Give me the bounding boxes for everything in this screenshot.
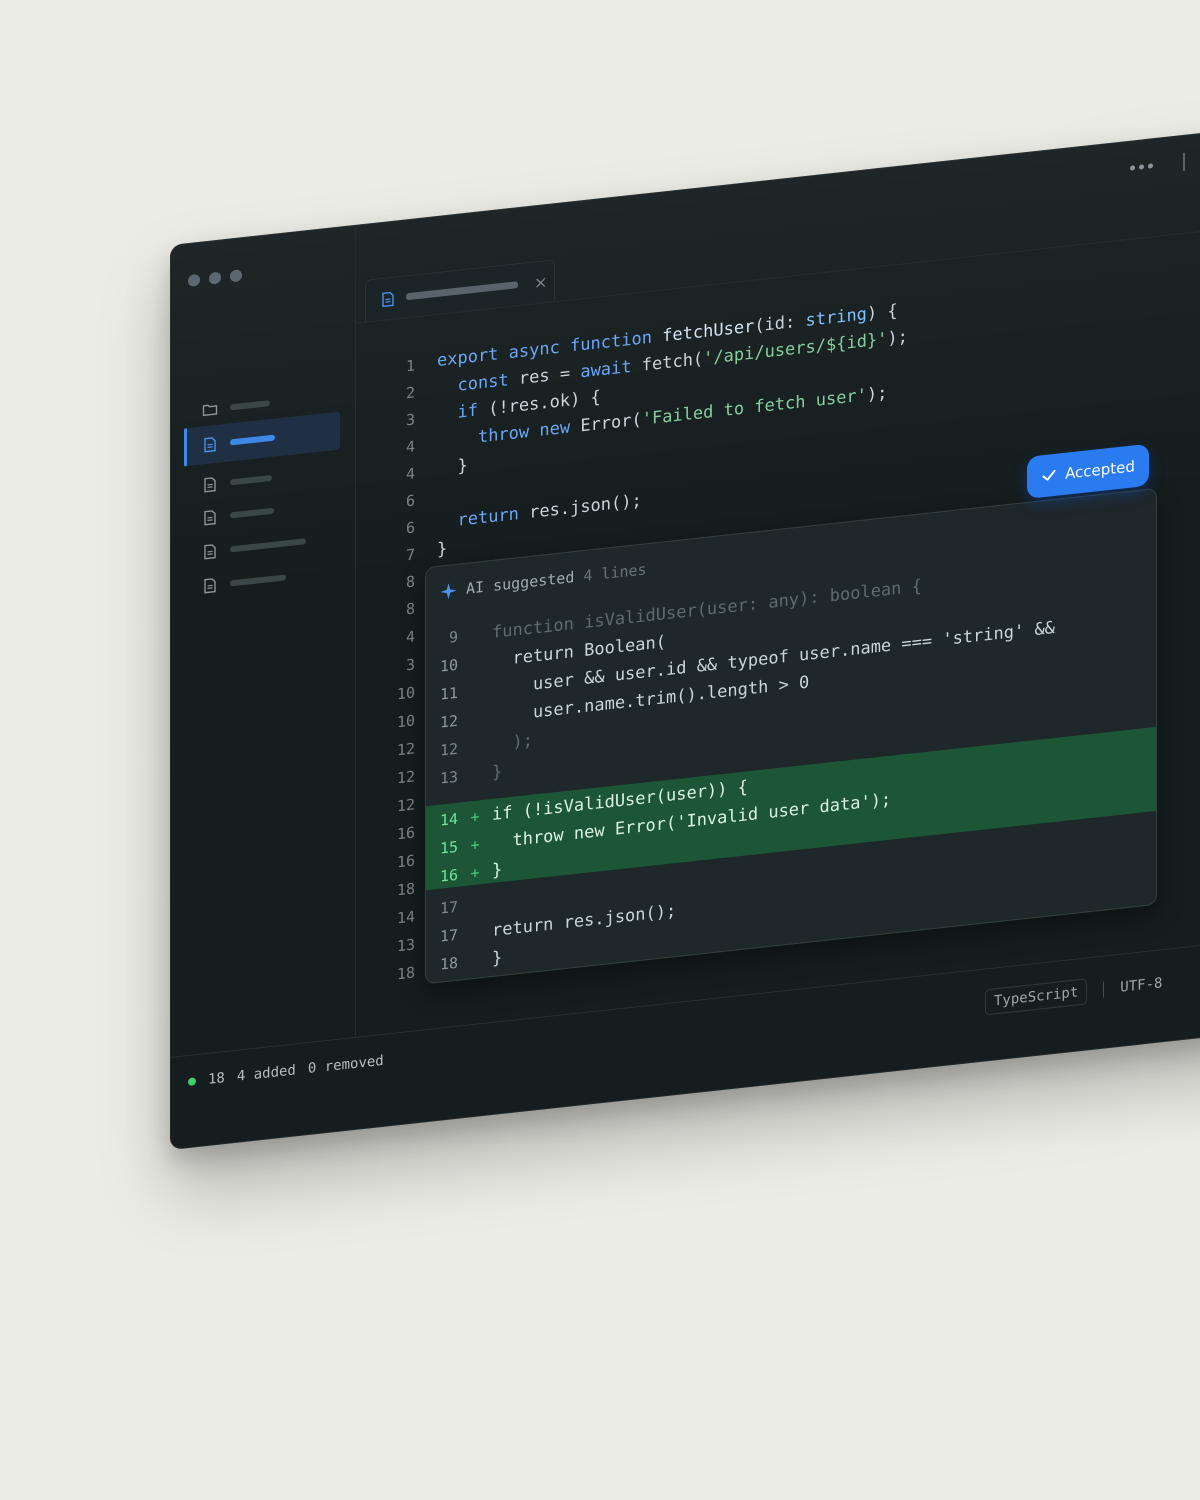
- ai-suggestion-header: AI suggested 4 lines: [440, 560, 647, 600]
- scene: × 1 export async function fetchUser(id: s…: [0, 0, 1200, 1500]
- line-number: 3: [405, 410, 415, 430]
- line-number: 16: [439, 865, 458, 886]
- added-marker: [458, 773, 492, 777]
- line-number: 4: [405, 437, 415, 457]
- line-number: 16: [396, 823, 415, 844]
- file-name-placeholder: [230, 474, 272, 486]
- close-tab-icon[interactable]: ×: [534, 272, 547, 292]
- added-count: 4 added: [236, 1062, 296, 1085]
- topbar-actions: [1130, 152, 1185, 177]
- file-name-placeholder: [230, 507, 274, 519]
- line-number: 2: [405, 383, 415, 403]
- code-text: }: [492, 859, 503, 882]
- added-marker: [458, 931, 492, 935]
- accepted-label: Accepted: [1065, 457, 1135, 483]
- added-marker: +: [470, 863, 480, 883]
- line-number: 12: [396, 795, 415, 816]
- line-number: 18: [396, 879, 415, 900]
- added-marker: [458, 633, 492, 637]
- file-icon: [382, 291, 394, 307]
- code-line: return res.json();: [457, 490, 642, 531]
- line-number: 1: [405, 356, 415, 376]
- status-dot-icon: [188, 1077, 196, 1087]
- file-icon: [204, 437, 216, 453]
- check-icon: [1042, 469, 1056, 481]
- line-number: 14: [439, 809, 458, 830]
- file-name-placeholder: [230, 574, 286, 587]
- ai-suggested-label: AI suggested: [466, 568, 575, 598]
- file-explorer-sidebar: [170, 224, 356, 1057]
- added-marker: [458, 959, 492, 963]
- suggested-line-count: 4 lines: [583, 560, 647, 586]
- code-text: );: [492, 730, 533, 756]
- line-number: 4: [405, 464, 415, 484]
- folder-icon: [202, 404, 218, 417]
- code-text: }: [492, 761, 503, 784]
- added-marker: [458, 745, 492, 749]
- suggestion-code: 9 function isValidUser(user: any): boolea…: [426, 489, 1156, 973]
- more-options-icon[interactable]: [1130, 162, 1153, 171]
- line-number: 17: [439, 897, 458, 918]
- removed-count: 0 removed: [307, 1052, 384, 1078]
- added-marker: +: [470, 835, 480, 855]
- added-marker: +: [470, 807, 480, 827]
- line-number: 12: [396, 767, 415, 788]
- line-number: 9: [448, 627, 458, 647]
- line-number: 11: [439, 683, 458, 704]
- line-number: 17: [439, 925, 458, 946]
- line-number: 13: [396, 935, 415, 956]
- line-number: 13: [439, 767, 458, 788]
- file-name-placeholder: [230, 400, 270, 411]
- code-editor[interactable]: 1 export async function fetchUser(id: str…: [170, 119, 1200, 591]
- line-number: 18: [396, 963, 415, 984]
- line-number: 10: [439, 655, 458, 676]
- file-icon: [204, 477, 216, 493]
- code-text: }: [492, 947, 503, 970]
- tab-name-placeholder: [406, 281, 518, 301]
- editor-window: × 1 export async function fetchUser(id: s…: [170, 118, 1200, 1151]
- language-selector[interactable]: TypeScript: [985, 978, 1088, 1016]
- encoding-selector[interactable]: UTF-8: [1120, 975, 1162, 996]
- line-number: 12: [439, 711, 458, 732]
- line-number: 8: [405, 572, 415, 592]
- line-number-gutter: 8 4 3 10 10 12 12 12 16 16 18 14 13 18: [170, 119, 1200, 983]
- line-number: 18: [439, 953, 458, 974]
- code-line: }: [437, 455, 468, 479]
- status-right: TypeScript UTF-8: [985, 970, 1162, 1016]
- file-name-placeholder: [230, 538, 306, 553]
- line-number: 15: [439, 837, 458, 858]
- file-name-placeholder: [230, 434, 275, 446]
- ai-suggestion-panel: AI suggested 4 lines 9 function isValidUs…: [425, 487, 1157, 985]
- sparkle-icon: [440, 582, 457, 599]
- added-marker: [458, 689, 492, 693]
- file-icon: [204, 544, 216, 560]
- file-icon: [204, 510, 216, 526]
- line-number: 6: [405, 491, 415, 511]
- code-line: }: [437, 538, 448, 560]
- line-number: 6: [405, 518, 415, 538]
- status-left: 18 4 added 0 removed: [188, 1053, 384, 1090]
- added-marker: [458, 717, 492, 721]
- line-number: 12: [396, 739, 415, 760]
- line-number: 10: [396, 711, 415, 732]
- line-number: 16: [396, 851, 415, 872]
- toolbar-divider: [1183, 152, 1185, 171]
- added-marker: [458, 903, 492, 907]
- line-number: 14: [396, 907, 415, 928]
- line-number: 8: [405, 599, 415, 619]
- added-marker: [458, 661, 492, 665]
- file-icon: [204, 578, 216, 594]
- line-count: 18: [208, 1070, 225, 1088]
- line-number: 10: [396, 683, 415, 704]
- line-number: 3: [405, 655, 415, 675]
- line-number: 7: [405, 545, 415, 565]
- line-number: 4: [405, 627, 415, 647]
- line-number: 12: [439, 739, 458, 760]
